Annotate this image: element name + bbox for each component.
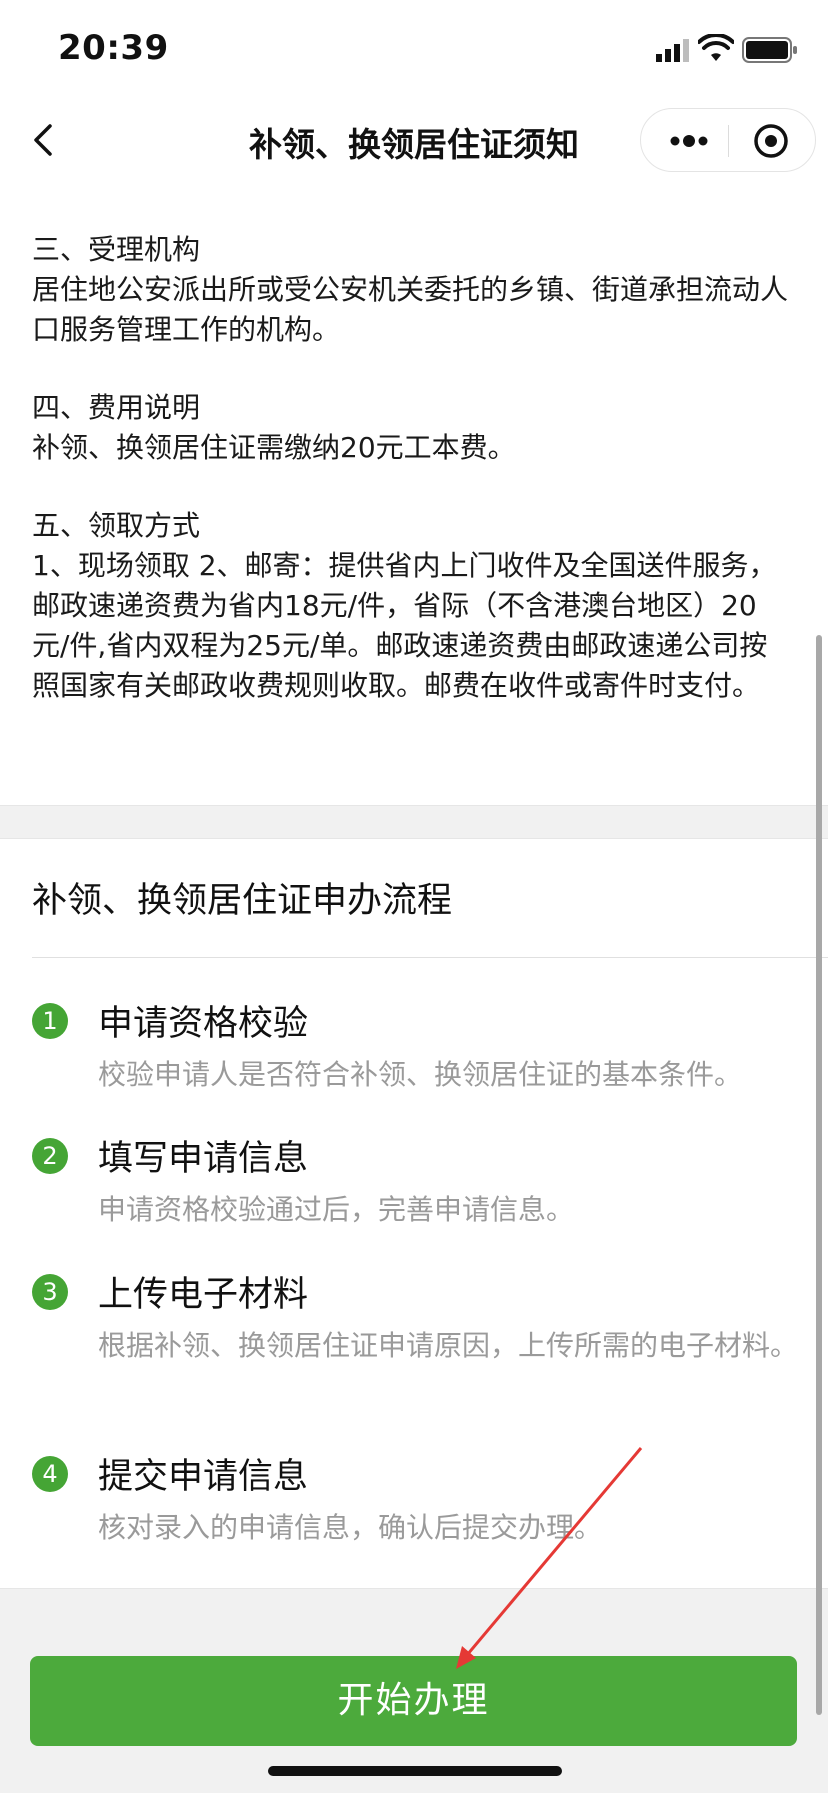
more-dots-icon[interactable] (667, 127, 711, 155)
section-body: 居住地公安派出所或受公安机关委托的乡镇、街道承担流动人口服务管理工作的机构。 (32, 273, 789, 346)
scrollbar[interactable] (816, 635, 822, 1715)
home-indicator (268, 1766, 562, 1776)
section-body: 补领、换领居住证需缴纳20元工本费。 (32, 431, 516, 464)
page-title: 补领、换领居住证须知 (249, 125, 579, 164)
notice-content: 三、受理机构 居住地公安派出所或受公安机关委托的乡镇、街道承担流动人口服务管理工… (32, 230, 792, 744)
wifi-icon (698, 34, 734, 61)
step-title: 提交申请信息 (98, 1457, 309, 1497)
back-chevron-icon[interactable] (24, 120, 64, 160)
section-separator (0, 805, 828, 839)
status-time: 20:39 (58, 28, 169, 68)
miniprogram-capsule (640, 108, 816, 172)
section-heading: 三、受理机构 (32, 233, 201, 266)
section-heading: 五、领取方式 (32, 509, 201, 542)
start-button[interactable]: 开始办理 (30, 1656, 797, 1746)
status-bar: 20:39 (0, 0, 828, 100)
step-number-badge: 3 (32, 1274, 68, 1310)
divider (32, 957, 828, 958)
navigation-bar: 补领、换领居住证须知 (0, 100, 828, 180)
step-title: 填写申请信息 (98, 1139, 309, 1179)
step-number-badge: 4 (32, 1456, 68, 1492)
step-title: 申请资格校验 (98, 1004, 309, 1044)
battery-icon (742, 37, 797, 63)
section-heading: 四、费用说明 (32, 391, 201, 424)
step-description: 根据补领、换领居住证申请原因，上传所需的电子材料。 (98, 1329, 799, 1362)
notice-section-agency: 三、受理机构 居住地公安派出所或受公安机关委托的乡镇、街道承担流动人口服务管理工… (32, 230, 792, 350)
step-description: 申请资格校验通过后，完善申请信息。 (98, 1193, 575, 1226)
capsule-divider (728, 125, 729, 157)
step-description: 核对录入的申请信息，确认后提交办理。 (98, 1511, 603, 1544)
step-number-badge: 2 (32, 1138, 68, 1174)
step-title: 上传电子材料 (98, 1275, 309, 1315)
step-description: 校验申请人是否符合补领、换领居住证的基本条件。 (98, 1058, 743, 1091)
section-body: 1、现场领取 2、邮寄：提供省内上门收件及全国送件服务，邮政速递资费为省内18元… (32, 549, 777, 702)
notice-section-fees: 四、费用说明 补领、换领居住证需缴纳20元工本费。 (32, 388, 792, 468)
notice-section-pickup: 五、领取方式 1、现场领取 2、邮寄：提供省内上门收件及全国送件服务，邮政速递资… (32, 506, 792, 706)
close-target-icon[interactable] (751, 121, 791, 161)
cellular-signal-icon (656, 39, 689, 62)
step-number-badge: 1 (32, 1003, 68, 1039)
process-title: 补领、换领居住证申办流程 (32, 881, 453, 921)
